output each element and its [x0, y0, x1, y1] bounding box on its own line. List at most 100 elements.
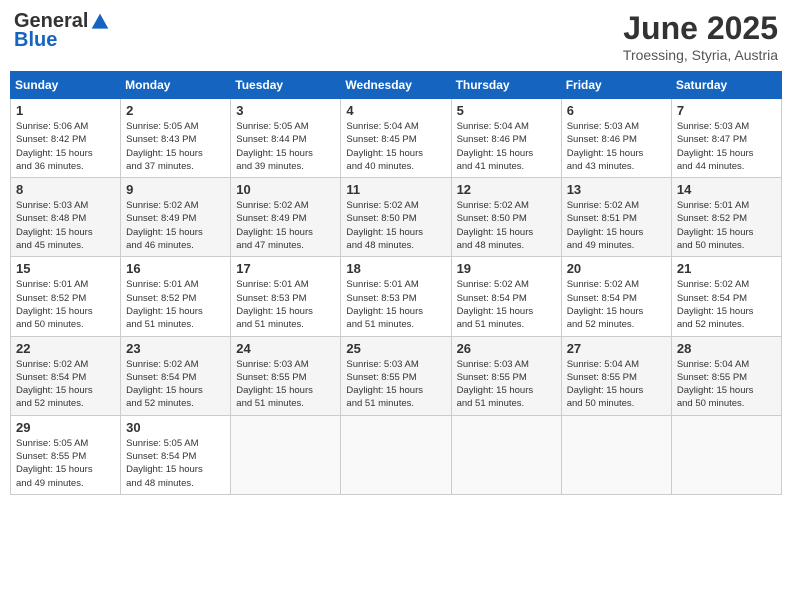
- calendar-day-cell: 12 Sunrise: 5:02 AM Sunset: 8:50 PM Dayl…: [451, 178, 561, 257]
- calendar-week-row: 29 Sunrise: 5:05 AM Sunset: 8:55 PM Dayl…: [11, 415, 782, 494]
- calendar-day-cell: 1 Sunrise: 5:06 AM Sunset: 8:42 PM Dayli…: [11, 99, 121, 178]
- calendar-day-cell: 15 Sunrise: 5:01 AM Sunset: 8:52 PM Dayl…: [11, 257, 121, 336]
- calendar-day-cell: 26 Sunrise: 5:03 AM Sunset: 8:55 PM Dayl…: [451, 336, 561, 415]
- day-number: 19: [457, 261, 556, 276]
- day-number: 20: [567, 261, 666, 276]
- location: Troessing, Styria, Austria: [623, 47, 778, 63]
- calendar-day-cell: 28 Sunrise: 5:04 AM Sunset: 8:55 PM Dayl…: [671, 336, 781, 415]
- day-number: 29: [16, 420, 115, 435]
- day-number: 21: [677, 261, 776, 276]
- calendar-day-cell: [231, 415, 341, 494]
- day-number: 22: [16, 341, 115, 356]
- calendar-week-row: 8 Sunrise: 5:03 AM Sunset: 8:48 PM Dayli…: [11, 178, 782, 257]
- calendar-day-cell: 17 Sunrise: 5:01 AM Sunset: 8:53 PM Dayl…: [231, 257, 341, 336]
- logo-icon: [90, 12, 110, 32]
- day-info: Sunrise: 5:03 AM Sunset: 8:46 PM Dayligh…: [567, 120, 666, 173]
- day-info: Sunrise: 5:05 AM Sunset: 8:44 PM Dayligh…: [236, 120, 335, 173]
- day-info: Sunrise: 5:01 AM Sunset: 8:52 PM Dayligh…: [677, 199, 776, 252]
- day-info: Sunrise: 5:01 AM Sunset: 8:52 PM Dayligh…: [126, 278, 225, 331]
- calendar-table: SundayMondayTuesdayWednesdayThursdayFrid…: [10, 71, 782, 495]
- day-info: Sunrise: 5:04 AM Sunset: 8:55 PM Dayligh…: [677, 358, 776, 411]
- weekday-header: Wednesday: [341, 72, 451, 99]
- day-info: Sunrise: 5:01 AM Sunset: 8:52 PM Dayligh…: [16, 278, 115, 331]
- day-info: Sunrise: 5:04 AM Sunset: 8:45 PM Dayligh…: [346, 120, 445, 173]
- day-number: 9: [126, 182, 225, 197]
- weekday-header: Saturday: [671, 72, 781, 99]
- day-info: Sunrise: 5:04 AM Sunset: 8:55 PM Dayligh…: [567, 358, 666, 411]
- weekday-header: Thursday: [451, 72, 561, 99]
- day-number: 26: [457, 341, 556, 356]
- calendar-day-cell: 7 Sunrise: 5:03 AM Sunset: 8:47 PM Dayli…: [671, 99, 781, 178]
- day-info: Sunrise: 5:02 AM Sunset: 8:54 PM Dayligh…: [457, 278, 556, 331]
- day-number: 25: [346, 341, 445, 356]
- calendar-day-cell: 21 Sunrise: 5:02 AM Sunset: 8:54 PM Dayl…: [671, 257, 781, 336]
- day-number: 5: [457, 103, 556, 118]
- calendar-day-cell: 3 Sunrise: 5:05 AM Sunset: 8:44 PM Dayli…: [231, 99, 341, 178]
- day-number: 6: [567, 103, 666, 118]
- day-info: Sunrise: 5:03 AM Sunset: 8:55 PM Dayligh…: [236, 358, 335, 411]
- day-info: Sunrise: 5:03 AM Sunset: 8:55 PM Dayligh…: [457, 358, 556, 411]
- calendar-day-cell: 2 Sunrise: 5:05 AM Sunset: 8:43 PM Dayli…: [121, 99, 231, 178]
- calendar-day-cell: [561, 415, 671, 494]
- calendar-day-cell: 20 Sunrise: 5:02 AM Sunset: 8:54 PM Dayl…: [561, 257, 671, 336]
- title-block: June 2025 Troessing, Styria, Austria: [623, 10, 778, 63]
- day-number: 14: [677, 182, 776, 197]
- day-info: Sunrise: 5:02 AM Sunset: 8:50 PM Dayligh…: [457, 199, 556, 252]
- calendar-day-cell: 18 Sunrise: 5:01 AM Sunset: 8:53 PM Dayl…: [341, 257, 451, 336]
- weekday-header: Monday: [121, 72, 231, 99]
- calendar-day-cell: 25 Sunrise: 5:03 AM Sunset: 8:55 PM Dayl…: [341, 336, 451, 415]
- day-number: 27: [567, 341, 666, 356]
- day-info: Sunrise: 5:06 AM Sunset: 8:42 PM Dayligh…: [16, 120, 115, 173]
- calendar-day-cell: 19 Sunrise: 5:02 AM Sunset: 8:54 PM Dayl…: [451, 257, 561, 336]
- day-number: 2: [126, 103, 225, 118]
- day-info: Sunrise: 5:02 AM Sunset: 8:49 PM Dayligh…: [236, 199, 335, 252]
- day-info: Sunrise: 5:05 AM Sunset: 8:55 PM Dayligh…: [16, 437, 115, 490]
- day-info: Sunrise: 5:01 AM Sunset: 8:53 PM Dayligh…: [346, 278, 445, 331]
- logo: General Blue: [14, 10, 110, 52]
- day-info: Sunrise: 5:04 AM Sunset: 8:46 PM Dayligh…: [457, 120, 556, 173]
- day-number: 10: [236, 182, 335, 197]
- calendar-day-cell: [451, 415, 561, 494]
- calendar-day-cell: 22 Sunrise: 5:02 AM Sunset: 8:54 PM Dayl…: [11, 336, 121, 415]
- day-number: 18: [346, 261, 445, 276]
- day-number: 13: [567, 182, 666, 197]
- day-number: 28: [677, 341, 776, 356]
- day-info: Sunrise: 5:03 AM Sunset: 8:55 PM Dayligh…: [346, 358, 445, 411]
- day-info: Sunrise: 5:02 AM Sunset: 8:51 PM Dayligh…: [567, 199, 666, 252]
- day-number: 17: [236, 261, 335, 276]
- day-info: Sunrise: 5:05 AM Sunset: 8:54 PM Dayligh…: [126, 437, 225, 490]
- day-number: 11: [346, 182, 445, 197]
- calendar-week-row: 1 Sunrise: 5:06 AM Sunset: 8:42 PM Dayli…: [11, 99, 782, 178]
- calendar-day-cell: 16 Sunrise: 5:01 AM Sunset: 8:52 PM Dayl…: [121, 257, 231, 336]
- day-number: 8: [16, 182, 115, 197]
- day-number: 3: [236, 103, 335, 118]
- calendar-header-row: SundayMondayTuesdayWednesdayThursdayFrid…: [11, 72, 782, 99]
- day-number: 7: [677, 103, 776, 118]
- calendar-day-cell: 13 Sunrise: 5:02 AM Sunset: 8:51 PM Dayl…: [561, 178, 671, 257]
- day-info: Sunrise: 5:03 AM Sunset: 8:48 PM Dayligh…: [16, 199, 115, 252]
- day-number: 30: [126, 420, 225, 435]
- day-number: 16: [126, 261, 225, 276]
- day-info: Sunrise: 5:03 AM Sunset: 8:47 PM Dayligh…: [677, 120, 776, 173]
- day-info: Sunrise: 5:02 AM Sunset: 8:50 PM Dayligh…: [346, 199, 445, 252]
- calendar-day-cell: 14 Sunrise: 5:01 AM Sunset: 8:52 PM Dayl…: [671, 178, 781, 257]
- calendar-day-cell: 24 Sunrise: 5:03 AM Sunset: 8:55 PM Dayl…: [231, 336, 341, 415]
- calendar-week-row: 15 Sunrise: 5:01 AM Sunset: 8:52 PM Dayl…: [11, 257, 782, 336]
- calendar-day-cell: 30 Sunrise: 5:05 AM Sunset: 8:54 PM Dayl…: [121, 415, 231, 494]
- month-title: June 2025: [623, 10, 778, 47]
- weekday-header: Sunday: [11, 72, 121, 99]
- day-info: Sunrise: 5:05 AM Sunset: 8:43 PM Dayligh…: [126, 120, 225, 173]
- day-number: 4: [346, 103, 445, 118]
- calendar-day-cell: 5 Sunrise: 5:04 AM Sunset: 8:46 PM Dayli…: [451, 99, 561, 178]
- day-info: Sunrise: 5:02 AM Sunset: 8:54 PM Dayligh…: [126, 358, 225, 411]
- calendar-week-row: 22 Sunrise: 5:02 AM Sunset: 8:54 PM Dayl…: [11, 336, 782, 415]
- calendar-day-cell: 11 Sunrise: 5:02 AM Sunset: 8:50 PM Dayl…: [341, 178, 451, 257]
- calendar-day-cell: [671, 415, 781, 494]
- calendar-day-cell: 10 Sunrise: 5:02 AM Sunset: 8:49 PM Dayl…: [231, 178, 341, 257]
- calendar-day-cell: 4 Sunrise: 5:04 AM Sunset: 8:45 PM Dayli…: [341, 99, 451, 178]
- day-number: 15: [16, 261, 115, 276]
- calendar-day-cell: 6 Sunrise: 5:03 AM Sunset: 8:46 PM Dayli…: [561, 99, 671, 178]
- page-header: General Blue June 2025 Troessing, Styria…: [10, 10, 782, 63]
- calendar-day-cell: 8 Sunrise: 5:03 AM Sunset: 8:48 PM Dayli…: [11, 178, 121, 257]
- day-number: 24: [236, 341, 335, 356]
